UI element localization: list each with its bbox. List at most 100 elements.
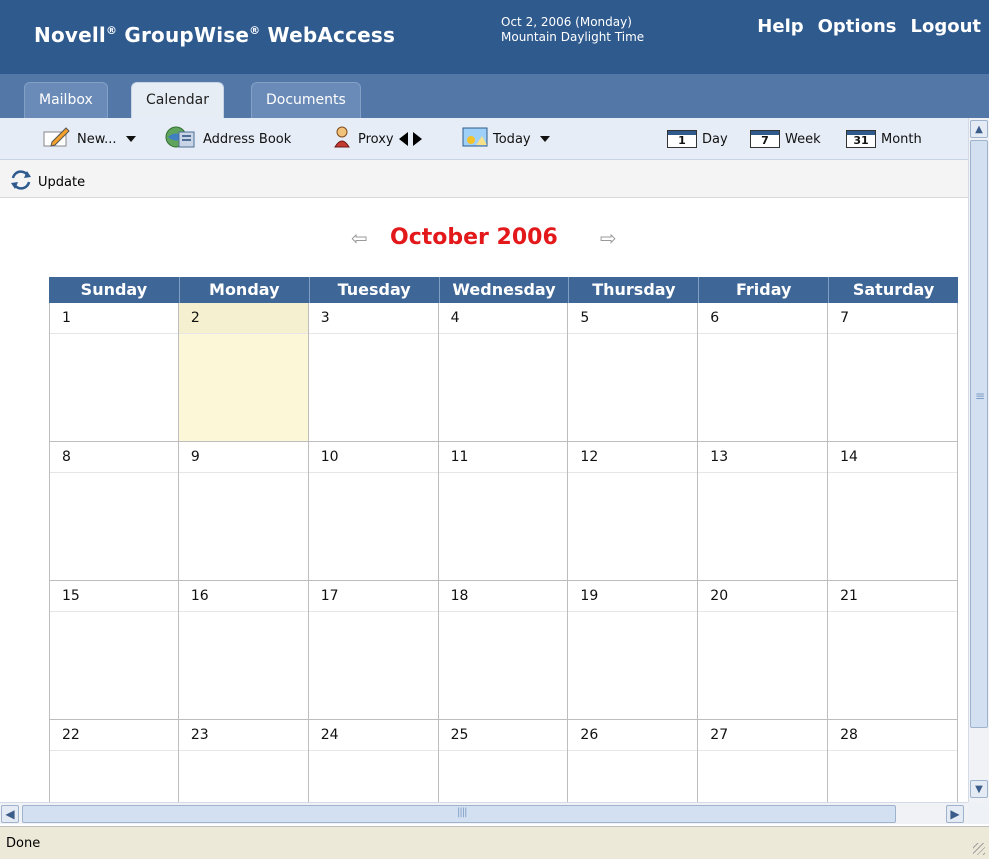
month-grid: Sunday Monday Tuesday Wednesday Thursday… bbox=[49, 277, 958, 802]
scroll-down-icon[interactable]: ▼ bbox=[970, 780, 988, 798]
resize-grip-icon[interactable] bbox=[973, 843, 985, 855]
tab-bar: Mailbox Calendar Documents bbox=[0, 74, 989, 118]
day-number[interactable]: 10 bbox=[308, 442, 438, 473]
tab-mailbox[interactable]: Mailbox bbox=[24, 82, 108, 118]
tab-documents[interactable]: Documents bbox=[251, 82, 361, 118]
month-view-button[interactable]: 31 Month bbox=[846, 127, 922, 151]
day-number[interactable]: 6 bbox=[698, 303, 828, 334]
calendar-day-cell[interactable]: 14 bbox=[828, 442, 958, 581]
calendar-day-cell[interactable]: 26 bbox=[568, 720, 699, 802]
day-number[interactable]: 7 bbox=[828, 303, 957, 334]
calendar-day-cell[interactable]: 8 bbox=[49, 442, 179, 581]
day-number[interactable]: 20 bbox=[698, 581, 828, 612]
day-number[interactable]: 23 bbox=[178, 720, 308, 751]
new-label: New... bbox=[77, 131, 117, 147]
calendar-area: ⇦ October 2006 ⇨ Sunday Monday Tuesday W… bbox=[0, 199, 968, 802]
horizontal-scrollbar[interactable]: ◀ ▶ bbox=[0, 802, 968, 824]
help-link[interactable]: Help bbox=[757, 16, 803, 37]
day-number[interactable]: 25 bbox=[438, 720, 568, 751]
status-bar: Done bbox=[0, 826, 989, 859]
day-number[interactable]: 24 bbox=[308, 720, 438, 751]
calendar-day-cell[interactable]: 20 bbox=[698, 581, 829, 720]
day-number[interactable]: 18 bbox=[438, 581, 568, 612]
calendar-day-cell[interactable]: 4 bbox=[438, 303, 569, 442]
day-number[interactable]: 21 bbox=[828, 581, 957, 612]
calendar-day-cell[interactable]: 7 bbox=[828, 303, 958, 442]
calendar-day-cell[interactable]: 24 bbox=[308, 720, 439, 802]
month-calendar-icon: 31 bbox=[846, 130, 876, 148]
calendar-day-cell[interactable]: 22 bbox=[49, 720, 179, 802]
calendar-weeks: 1 2 3 4 5 6 7 8 9 10 11 12 13 14 15 16 17 18 19 20 21 22 23 24 2… bbox=[49, 303, 958, 802]
today-label: Today bbox=[493, 131, 531, 147]
day-number[interactable]: 8 bbox=[50, 442, 178, 473]
day-number[interactable]: 4 bbox=[438, 303, 568, 334]
day-view-button[interactable]: 1 Day bbox=[667, 127, 728, 151]
calendar-day-cell[interactable]: 15 bbox=[49, 581, 179, 720]
day-number[interactable]: 2 bbox=[178, 303, 308, 334]
calendar-day-cell[interactable]: 28 bbox=[828, 720, 958, 802]
scroll-left-icon[interactable]: ◀ bbox=[1, 805, 19, 823]
new-button[interactable]: New... bbox=[42, 127, 136, 151]
calendar-day-cell-today[interactable]: 2 bbox=[178, 303, 309, 442]
day-number[interactable]: 27 bbox=[698, 720, 828, 751]
calendar-day-cell[interactable]: 18 bbox=[438, 581, 569, 720]
day-number[interactable]: 15 bbox=[50, 581, 178, 612]
vertical-scrollbar[interactable]: ▲ ▼ bbox=[968, 118, 989, 802]
calendar-day-cell[interactable]: 17 bbox=[308, 581, 439, 720]
day-number[interactable]: 1 bbox=[50, 303, 178, 334]
calendar-day-cell[interactable]: 21 bbox=[828, 581, 958, 720]
tab-calendar[interactable]: Calendar bbox=[131, 82, 224, 118]
day-number[interactable]: 13 bbox=[698, 442, 828, 473]
calendar-day-cell[interactable]: 16 bbox=[178, 581, 309, 720]
logout-link[interactable]: Logout bbox=[910, 16, 981, 37]
calendar-day-cell[interactable]: 3 bbox=[308, 303, 439, 442]
calendar-day-cell[interactable]: 9 bbox=[178, 442, 309, 581]
day-number[interactable]: 22 bbox=[50, 720, 178, 751]
previous-month-arrow-icon[interactable]: ⇦ bbox=[351, 228, 368, 248]
today-button[interactable]: Today bbox=[462, 127, 550, 151]
calendar-day-cell[interactable]: 1 bbox=[49, 303, 179, 442]
calendar-day-cell[interactable]: 10 bbox=[308, 442, 439, 581]
calendar-day-cell[interactable]: 12 bbox=[568, 442, 699, 581]
new-dropdown-icon[interactable] bbox=[125, 136, 136, 142]
week-view-button[interactable]: 7 Week bbox=[750, 127, 821, 151]
calendar-day-cell[interactable]: 19 bbox=[568, 581, 699, 720]
proxy-next-icon[interactable] bbox=[412, 132, 422, 146]
day-number[interactable]: 19 bbox=[568, 581, 698, 612]
day-number[interactable]: 28 bbox=[828, 720, 957, 751]
day-number[interactable]: 11 bbox=[438, 442, 568, 473]
update-button[interactable]: Update bbox=[10, 170, 85, 194]
address-book-icon bbox=[164, 125, 198, 153]
calendar-day-cell[interactable]: 5 bbox=[568, 303, 699, 442]
proxy-button[interactable]: Proxy bbox=[331, 126, 422, 151]
day-number[interactable]: 3 bbox=[308, 303, 438, 334]
day-number[interactable]: 26 bbox=[568, 720, 698, 751]
day-number[interactable]: 14 bbox=[828, 442, 957, 473]
next-month-arrow-icon[interactable]: ⇨ bbox=[600, 228, 617, 248]
update-label: Update bbox=[38, 174, 86, 190]
horizontal-scroll-thumb[interactable] bbox=[22, 805, 896, 823]
calendar-day-cell[interactable]: 11 bbox=[438, 442, 569, 581]
day-number[interactable]: 12 bbox=[568, 442, 698, 473]
options-link[interactable]: Options bbox=[818, 16, 897, 37]
scroll-right-icon[interactable]: ▶ bbox=[946, 805, 964, 823]
calendar-day-cell[interactable]: 23 bbox=[178, 720, 309, 802]
header-links: Help Options Logout bbox=[757, 16, 981, 37]
proxy-previous-icon[interactable] bbox=[398, 132, 408, 146]
current-date: Oct 2, 2006 (Monday) Mountain Daylight T… bbox=[501, 15, 644, 45]
address-book-button[interactable]: Address Book bbox=[164, 125, 291, 153]
calendar-day-cell[interactable]: 25 bbox=[438, 720, 569, 802]
month-navigation: ⇦ October 2006 ⇨ bbox=[0, 221, 968, 255]
day-number[interactable]: 9 bbox=[178, 442, 308, 473]
today-dropdown-icon[interactable] bbox=[539, 136, 550, 142]
calendar-day-cell[interactable]: 13 bbox=[698, 442, 829, 581]
calendar-day-cell[interactable]: 27 bbox=[698, 720, 829, 802]
day-number[interactable]: 16 bbox=[178, 581, 308, 612]
weekday-label: Saturday bbox=[828, 277, 958, 303]
day-number[interactable]: 5 bbox=[568, 303, 698, 334]
scroll-up-icon[interactable]: ▲ bbox=[970, 120, 988, 138]
vertical-scroll-thumb[interactable] bbox=[970, 140, 988, 728]
day-number[interactable]: 17 bbox=[308, 581, 438, 612]
calendar-day-cell[interactable]: 6 bbox=[698, 303, 829, 442]
week-calendar-icon: 7 bbox=[750, 130, 780, 148]
